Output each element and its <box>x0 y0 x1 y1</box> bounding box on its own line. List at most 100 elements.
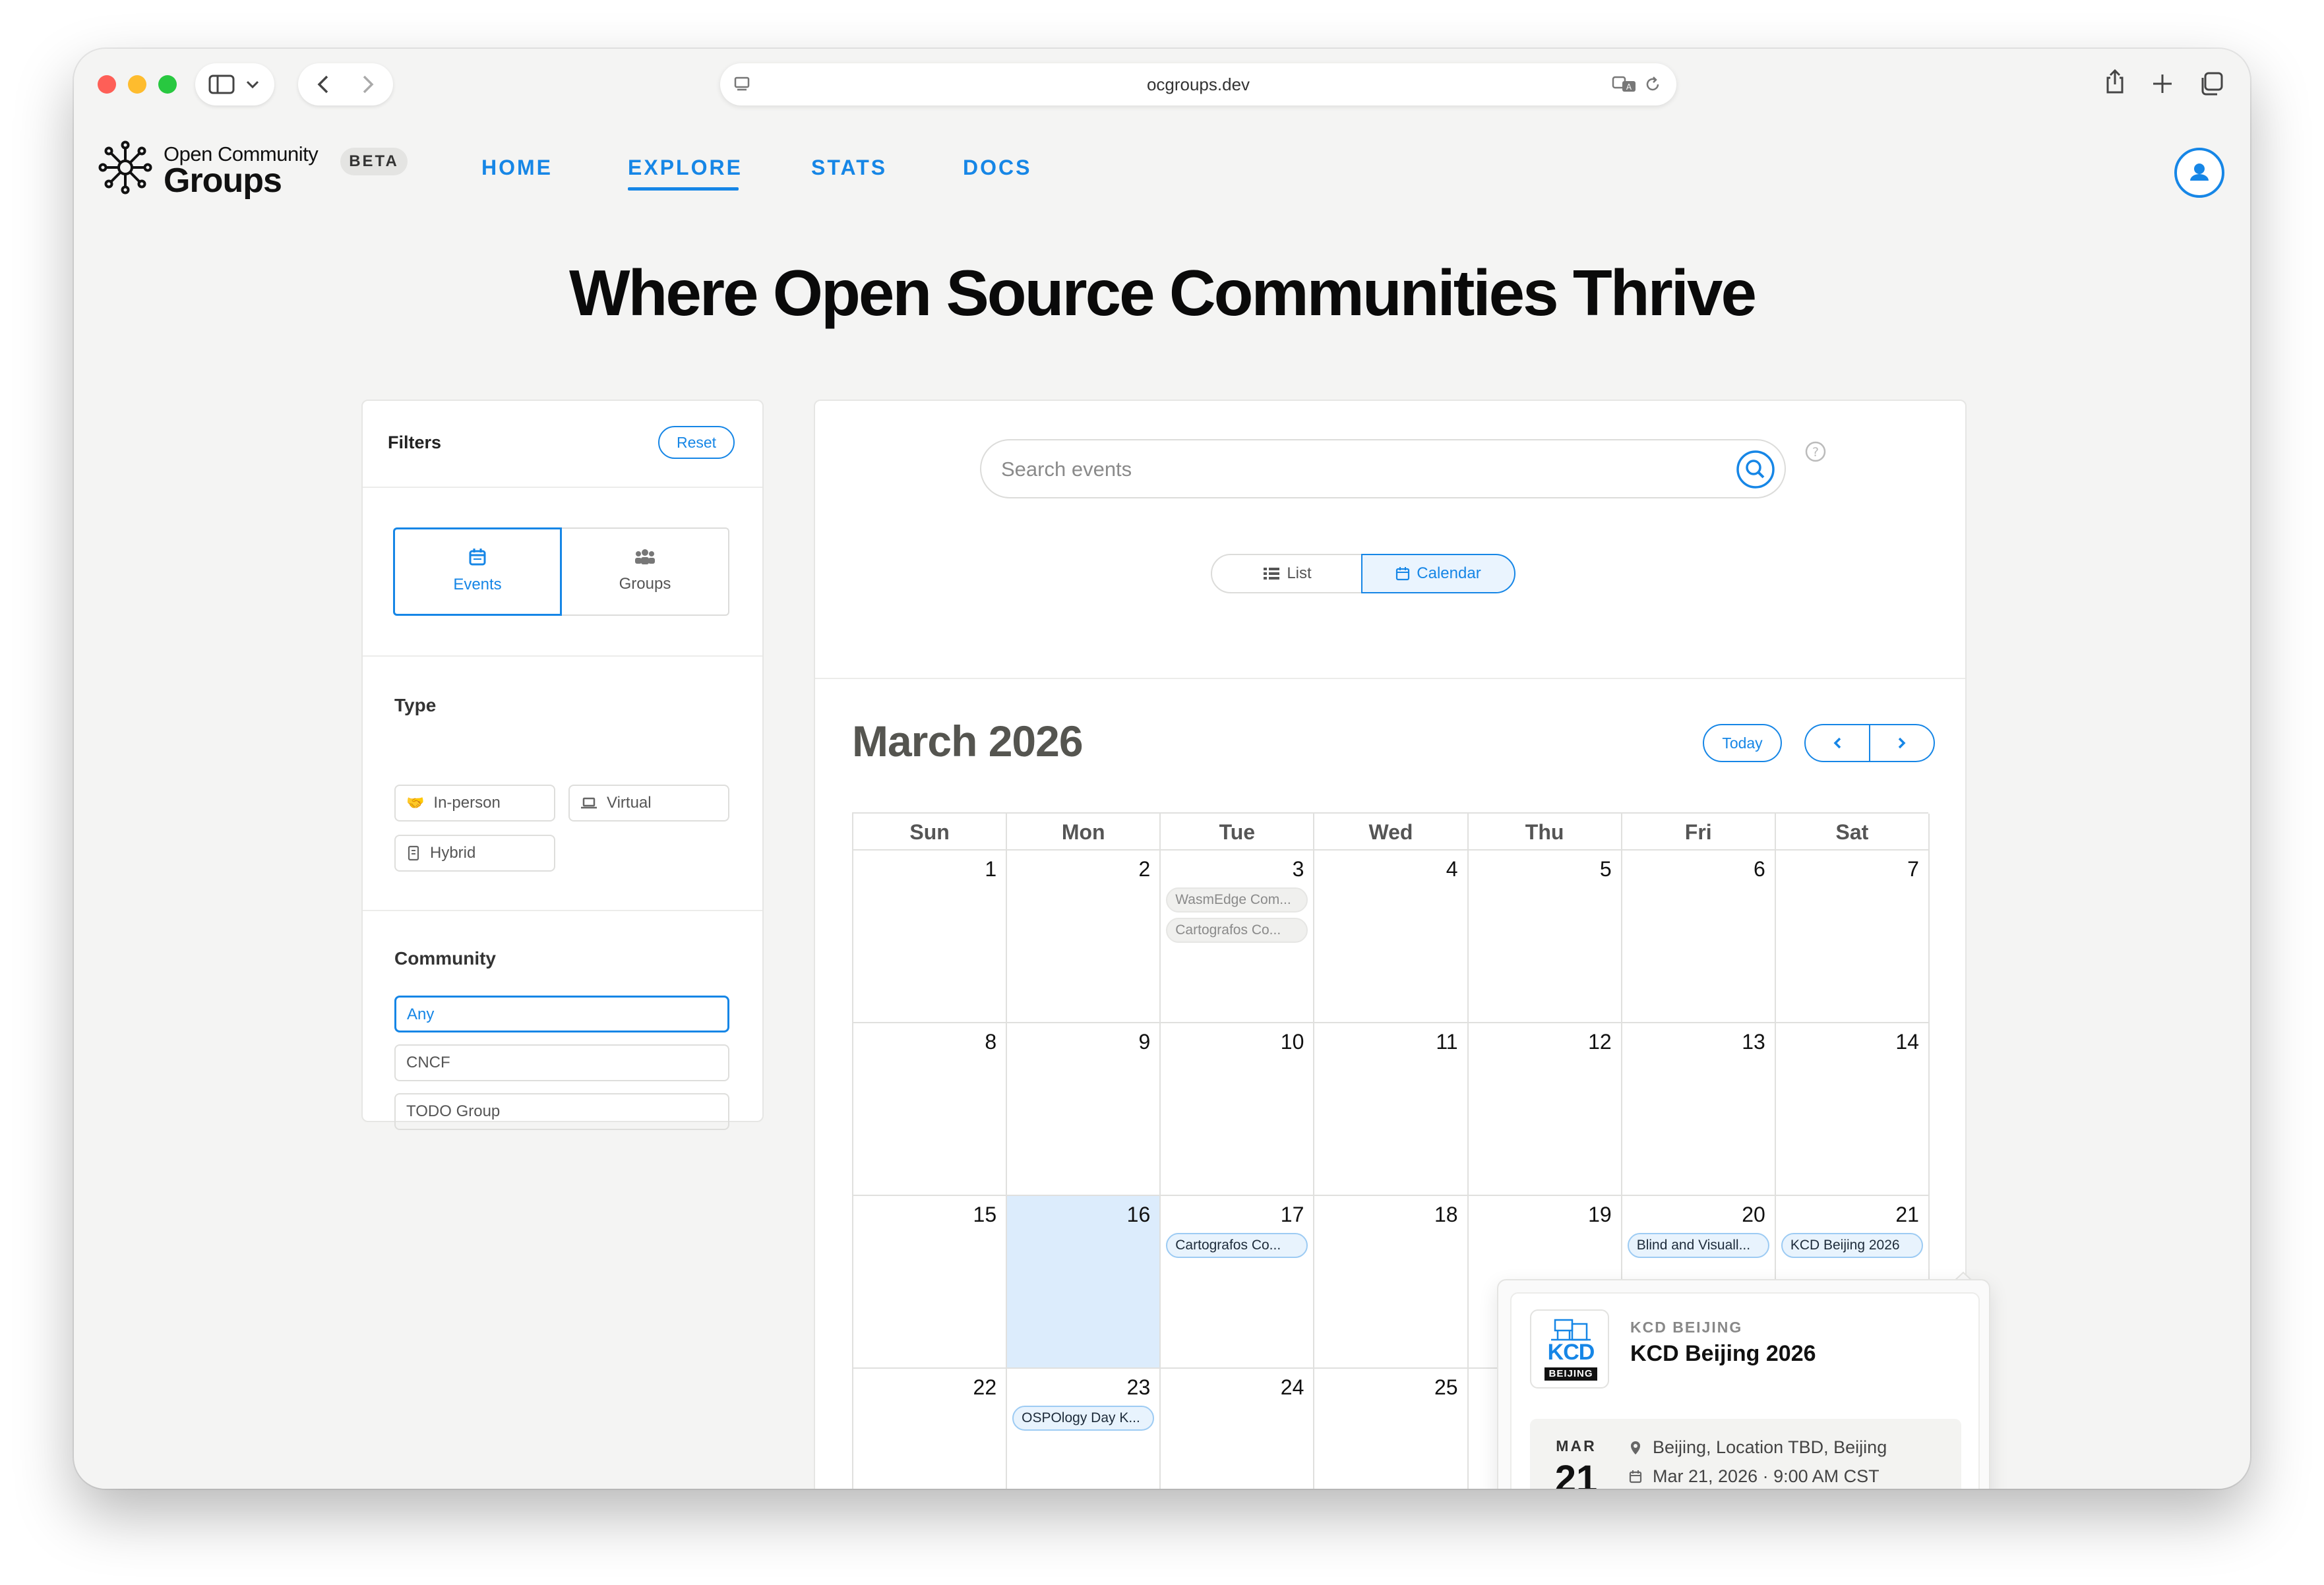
day-number: 15 <box>973 1203 997 1226</box>
month-nav <box>1804 724 1935 762</box>
sidebar-toggle-button[interactable] <box>195 63 274 105</box>
calendar-event[interactable]: Cartografos Co... <box>1166 1233 1308 1258</box>
event-group-name: KCD BEIJING <box>1630 1319 1743 1336</box>
day-number: 4 <box>1446 857 1458 881</box>
tab-overview-icon[interactable] <box>2199 71 2224 96</box>
day-number: 18 <box>1434 1203 1458 1226</box>
search-icon[interactable] <box>1736 450 1775 489</box>
weekday-header: Thu <box>1468 814 1622 851</box>
calendar-day-cell[interactable]: 8 <box>853 1023 1008 1196</box>
calendar-day-cell[interactable]: 12 <box>1468 1023 1622 1196</box>
logo-text-bottom[interactable]: Groups <box>164 161 282 200</box>
day-number: 16 <box>1126 1203 1151 1226</box>
divider <box>363 910 762 911</box>
day-number: 5 <box>1599 857 1612 881</box>
close-window-button[interactable] <box>98 75 116 94</box>
event-title[interactable]: KCD Beijing 2026 <box>1630 1341 1816 1367</box>
calendar-event[interactable]: Cartografos Co... <box>1166 918 1308 943</box>
calendar-day-cell[interactable]: 10 <box>1161 1023 1315 1196</box>
page-menu-icon[interactable] <box>733 76 750 93</box>
help-icon[interactable]: ? <box>1804 440 1827 463</box>
type-virtual-chip[interactable]: Virtual <box>568 785 729 822</box>
calendar-day-cell[interactable]: 18 <box>1314 1196 1469 1369</box>
reset-filters-button[interactable]: Reset <box>658 426 735 459</box>
mode-events-button[interactable]: Events <box>393 527 562 616</box>
logo-icon[interactable] <box>98 140 153 195</box>
nav-docs[interactable]: DOCS <box>963 156 1031 180</box>
calendar-day-cell[interactable]: 24 <box>1161 1369 1315 1489</box>
calendar-day-cell[interactable]: 9 <box>1007 1023 1161 1196</box>
day-number: 25 <box>1434 1375 1458 1399</box>
chevron-down-icon <box>246 80 259 89</box>
calendar-icon <box>1396 567 1410 581</box>
community-option-todo-group[interactable]: TODO Group <box>394 1093 729 1130</box>
event-card[interactable]: KCD BEIJING KCD BEIJING KCD Beijing 2026… <box>1510 1292 1980 1489</box>
calendar-day-cell[interactable]: 17 Cartografos Co... <box>1161 1196 1315 1369</box>
calendar-day-cell[interactable]: 14 <box>1775 1023 1930 1196</box>
url-text: ocgroups.dev <box>1146 74 1250 94</box>
prev-month-button[interactable] <box>1806 725 1870 761</box>
day-number: 19 <box>1588 1203 1612 1226</box>
calendar-day-cell[interactable]: 6 <box>1622 851 1776 1023</box>
mode-groups-button[interactable]: Groups <box>561 527 729 616</box>
calendar-event[interactable]: KCD Beijing 2026 <box>1781 1233 1923 1258</box>
type-hybrid-chip[interactable]: Hybrid <box>394 835 555 872</box>
calendar-day-cell[interactable]: 3 WasmEdge Com... Cartografos Co... <box>1161 851 1315 1023</box>
chevron-right-icon <box>1898 737 1906 749</box>
type-in-person-chip[interactable]: 🤝 In-person <box>394 785 555 822</box>
calendar-day-cell[interactable]: 7 <box>1775 851 1930 1023</box>
minimize-window-button[interactable] <box>128 75 146 94</box>
nav-stats[interactable]: STATS <box>811 156 887 180</box>
community-option-cncf[interactable]: CNCF <box>394 1044 729 1081</box>
calendar-view-button[interactable]: Calendar <box>1361 554 1515 593</box>
calendar-day-cell[interactable]: 16 <box>1007 1196 1161 1369</box>
day-number: 22 <box>973 1375 997 1399</box>
calendar-day-cell[interactable]: 23 OSPOlogy Day K... <box>1007 1369 1161 1489</box>
list-view-button[interactable]: List <box>1212 555 1362 592</box>
list-view-label: List <box>1287 564 1312 582</box>
event-month: MAR <box>1556 1437 1597 1454</box>
day-number: 17 <box>1280 1203 1304 1226</box>
calendar-day-cell[interactable]: 2 <box>1007 851 1161 1023</box>
calendar-day-cell[interactable]: 4 <box>1314 851 1469 1023</box>
nav-home[interactable]: HOME <box>481 156 553 180</box>
user-menu-button[interactable] <box>2174 148 2224 198</box>
day-number: 14 <box>1895 1030 1919 1054</box>
address-bar[interactable]: ocgroups.dev A <box>720 63 1676 105</box>
translate-icon[interactable]: A <box>1612 75 1638 94</box>
calendar-day-cell[interactable]: 5 <box>1468 851 1622 1023</box>
calendar-event[interactable]: OSPOlogy Day K... <box>1012 1406 1155 1431</box>
day-number: 13 <box>1742 1030 1765 1054</box>
day-number: 11 <box>1436 1030 1458 1054</box>
reload-icon[interactable] <box>1643 75 1662 94</box>
weekday-header: Fri <box>1622 814 1776 851</box>
calendar-day-cell[interactable]: 13 <box>1622 1023 1776 1196</box>
calendar-icon <box>469 549 486 566</box>
calendar-day-cell[interactable]: 25 <box>1314 1369 1469 1489</box>
event-details: MAR 21 Beijing, Location TBD, Beijing Ma… <box>1530 1419 1961 1489</box>
next-month-button[interactable] <box>1870 725 1934 761</box>
today-button[interactable]: Today <box>1703 724 1782 762</box>
day-number: 6 <box>1754 857 1765 881</box>
maximize-window-button[interactable] <box>158 75 177 94</box>
share-icon[interactable] <box>2104 69 2126 95</box>
community-option-any[interactable]: Any <box>394 996 729 1032</box>
event-popover[interactable]: KCD BEIJING KCD BEIJING KCD Beijing 2026… <box>1497 1271 1998 1489</box>
back-icon[interactable] <box>315 75 332 94</box>
calendar-day-cell[interactable]: 22 <box>853 1369 1008 1489</box>
calendar-day-cell[interactable]: 15 <box>853 1196 1008 1369</box>
filters-title: Filters <box>388 433 442 452</box>
event-location: Beijing, Location TBD, Beijing <box>1629 1437 1887 1458</box>
calendar-event[interactable]: Blind and Visuall... <box>1627 1233 1769 1258</box>
search-box <box>980 439 1786 498</box>
active-nav-indicator <box>628 187 739 191</box>
calendar-event[interactable]: WasmEdge Com... <box>1166 887 1308 912</box>
calendar-day-cell[interactable]: 1 <box>853 851 1008 1023</box>
new-tab-icon[interactable] <box>2151 73 2174 95</box>
calendar-day-cell[interactable]: 11 <box>1314 1023 1469 1196</box>
search-input[interactable] <box>1001 454 1700 485</box>
forward-icon[interactable] <box>359 75 376 94</box>
nav-explore[interactable]: EXPLORE <box>628 156 743 180</box>
event-datetime-text: Mar 21, 2026 · 9:00 AM CST <box>1653 1466 1880 1486</box>
event-day: 21 <box>1554 1458 1598 1489</box>
